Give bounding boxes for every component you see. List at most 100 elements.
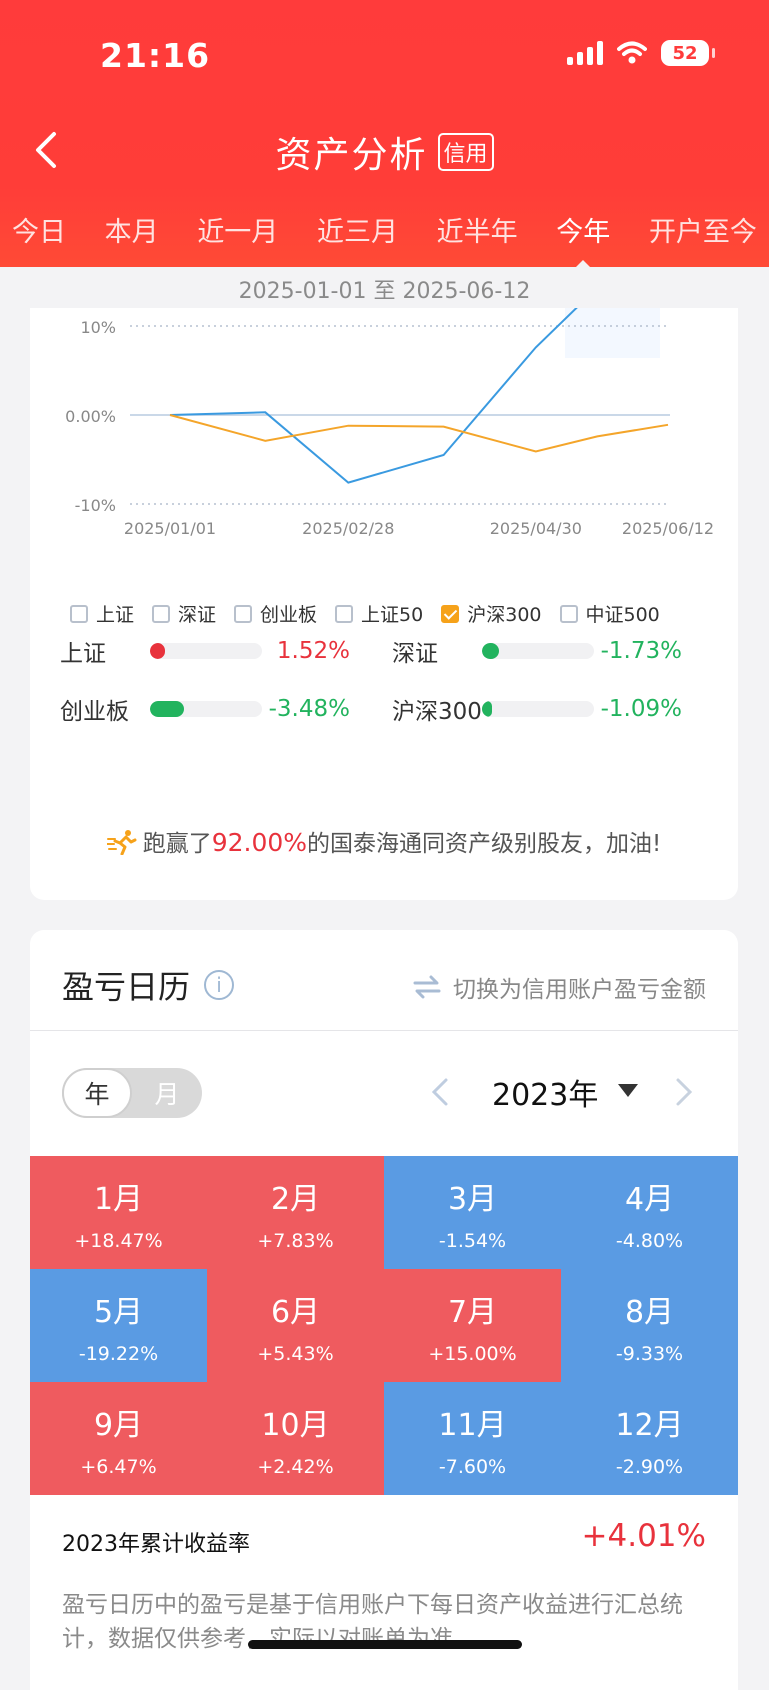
month-cell[interactable]: 2月 +7.83% (207, 1156, 384, 1269)
month-label: 5月 (93, 1295, 144, 1330)
month-cell[interactable]: 1月 +18.47% (30, 1156, 207, 1269)
legend-item-shenzhen[interactable]: 深证 (152, 600, 216, 627)
toggle-month[interactable]: 月 (132, 1068, 202, 1118)
series-line-1 (169, 414, 669, 453)
month-return: -4.80% (615, 1230, 684, 1252)
month-label: 9月 (93, 1408, 144, 1443)
y-tick-label: 10% (80, 318, 116, 337)
performance-card: 10% 0.00% -10% 2025/01/01 2025/02/28 2025/04/… (30, 308, 738, 900)
chevron-right-icon[interactable] (674, 1077, 694, 1107)
x-tick-label: 2025/01/01 (124, 519, 216, 538)
cumulative-label: 2023年累计收益率 (62, 1532, 250, 1557)
year-selector: 2023年 (430, 1070, 730, 1114)
selected-year[interactable]: 2023年 (492, 1070, 598, 1114)
month-return: -7.60% (438, 1456, 507, 1478)
tab-last-month[interactable]: 近一月 (197, 210, 278, 249)
x-tick-label: 2025/02/28 (302, 519, 394, 538)
month-label: 12月 (615, 1408, 684, 1443)
month-label: 4月 (624, 1182, 675, 1217)
index-bar (482, 701, 594, 717)
month-label: 8月 (624, 1295, 675, 1330)
swap-icon (413, 975, 441, 999)
month-cell[interactable]: 11月 -7.60% (384, 1382, 561, 1495)
month-cell[interactable]: 8月 -9.33% (561, 1269, 738, 1382)
index-row-shenzhen: 深证 -1.73% (392, 638, 682, 667)
month-cell[interactable]: 4月 -4.80% (561, 1156, 738, 1269)
period-tabs: 今日 本月 近一月 近三月 近半年 今年 开户至今 (0, 210, 769, 269)
chevron-left-icon[interactable] (430, 1077, 450, 1107)
month-grid: 1月 +18.47% 2月 +7.83% 3月 -1.54% 4月 -4.80% 5月 -19.2… (30, 1156, 738, 1495)
battery-icon: 52 (661, 40, 715, 66)
y-tick-label: 0.00% (65, 407, 116, 426)
checkbox-icon (335, 604, 354, 623)
month-return: -9.33% (615, 1343, 684, 1365)
tab-since-opening[interactable]: 开户至今 (649, 210, 757, 249)
tab-today[interactable]: 今日 (12, 210, 66, 249)
month-return: -19.22% (78, 1343, 159, 1365)
calendar-header: 盈亏日历 i (62, 962, 235, 1008)
month-cell[interactable]: 6月 +5.43% (207, 1269, 384, 1382)
month-return: +18.47% (74, 1230, 163, 1252)
status-time: 21:16 (100, 36, 211, 75)
month-return: +5.43% (257, 1343, 334, 1365)
tab-this-year[interactable]: 今年 (556, 210, 610, 269)
toggle-year[interactable]: 年 (62, 1068, 132, 1118)
signal-icon (567, 41, 603, 65)
month-label: 1月 (93, 1182, 144, 1217)
index-bar-fill (482, 643, 499, 659)
month-cell[interactable]: 9月 +6.47% (30, 1382, 207, 1495)
y-tick-label: -10% (75, 496, 116, 515)
divider (30, 1030, 738, 1031)
month-label: 11月 (438, 1408, 507, 1443)
month-return: +6.47% (80, 1456, 157, 1478)
legend-item-csi500[interactable]: 中证500 (559, 600, 660, 627)
pnl-calendar-card: 盈亏日历 i 切换为信用账户盈亏金额 年 月 2023年 1月 +18.47% 2月… (30, 930, 738, 1690)
index-row-csi300: 沪深300 -1.09% (392, 696, 682, 725)
switch-amount-button[interactable]: 切换为信用账户盈亏金额 (413, 970, 706, 1004)
checkbox-icon (152, 604, 171, 623)
month-label: 10月 (261, 1408, 330, 1443)
month-cell[interactable]: 3月 -1.54% (384, 1156, 561, 1269)
series-line-0 (169, 308, 578, 484)
legend-item-shanghai[interactable]: 上证 (70, 600, 134, 627)
index-bar-fill (150, 643, 165, 659)
cumulative-value: +4.01% (581, 1518, 706, 1554)
tab-this-month[interactable]: 本月 (105, 210, 159, 249)
index-row-chinext: 创业板 -3.48% (60, 696, 350, 725)
checkbox-checked-icon (441, 604, 460, 623)
dropdown-caret-icon[interactable] (618, 1084, 638, 1097)
chart-highlight (565, 308, 660, 358)
x-tick-label: 2025/04/30 (490, 519, 582, 538)
month-cell[interactable]: 5月 -19.22% (30, 1269, 207, 1382)
month-cell[interactable]: 7月 +15.00% (384, 1269, 561, 1382)
month-return: +15.00% (428, 1343, 517, 1365)
page-title-wrap: 资产分析 信用 (0, 126, 769, 178)
month-return: -2.90% (615, 1456, 684, 1478)
legend-item-csi300[interactable]: 沪深300 (441, 600, 542, 627)
tab-last-half-year[interactable]: 近半年 (437, 210, 518, 249)
month-cell[interactable]: 10月 +2.42% (207, 1382, 384, 1495)
checkbox-icon (234, 604, 253, 623)
return-chart: 10% 0.00% -10% 2025/01/01 2025/02/28 2025/04/… (65, 308, 714, 538)
index-bar (150, 701, 262, 717)
year-month-toggle[interactable]: 年 月 (62, 1068, 202, 1118)
checkbox-icon (70, 604, 88, 623)
home-indicator (248, 1640, 522, 1649)
index-bar (482, 643, 594, 659)
month-cell[interactable]: 12月 -2.90% (561, 1382, 738, 1495)
index-bar-fill (150, 701, 184, 717)
legend-item-chinext[interactable]: 创业板 (234, 600, 317, 627)
tab-last-three-months[interactable]: 近三月 (317, 210, 398, 249)
month-return: -1.54% (438, 1230, 507, 1252)
index-bar (150, 643, 262, 659)
legend-item-sse50[interactable]: 上证50 (335, 600, 423, 627)
x-tick-label: 2025/06/12 (622, 519, 714, 538)
index-legend: 上证 深证 创业板 上证50 沪深300 中证500 (70, 600, 660, 627)
calendar-title: 盈亏日历 (62, 968, 191, 1006)
header-bar: 21:16 52 资产分析 信用 今日 本月 近一月 近三月 近半年 今年 开户… (0, 0, 769, 269)
ranking-motto: 跑赢了92.00%的国泰海通同资产级别股友，加油! (30, 824, 738, 858)
status-icons: 52 (567, 40, 715, 66)
month-return: +2.42% (257, 1456, 334, 1478)
checkbox-icon (559, 604, 578, 623)
info-icon[interactable]: i (204, 970, 235, 1000)
